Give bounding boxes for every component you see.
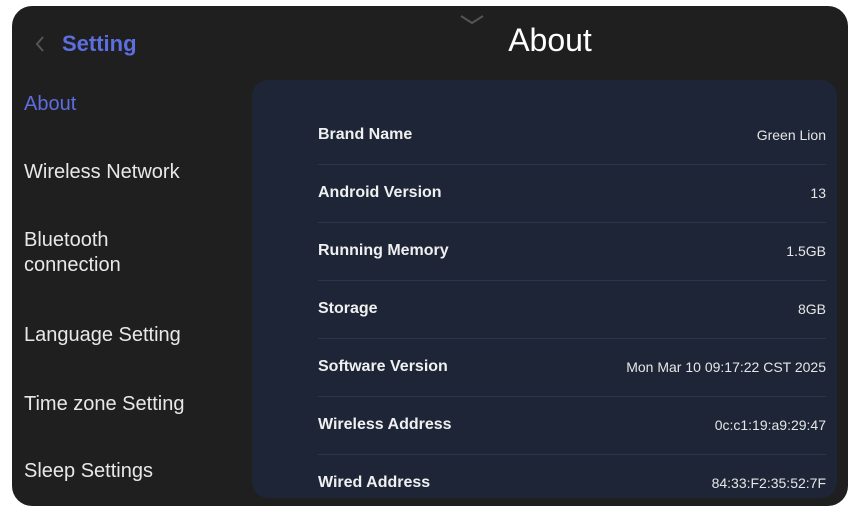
- sidebar-title: Setting: [62, 31, 137, 56]
- info-label: Wired Address: [318, 474, 431, 491]
- info-row-storage: Storage 8GB: [318, 280, 826, 339]
- chevron-left-icon[interactable]: [30, 34, 50, 54]
- info-row-android-version: Android Version 13: [318, 164, 826, 223]
- sidebar-item-about[interactable]: About: [24, 92, 76, 117]
- info-value: 13: [810, 185, 826, 201]
- sidebar-item-language-setting[interactable]: Language Setting: [24, 323, 181, 348]
- info-row-wired-address: Wired Address 84:33:F2:35:52:7F: [318, 454, 826, 498]
- sidebar-header: Setting: [30, 26, 137, 62]
- info-label: Software Version: [318, 358, 448, 375]
- info-value: 84:33:F2:35:52:7F: [711, 475, 826, 491]
- info-value: Green Lion: [756, 127, 826, 143]
- sidebar-item-sleep-settings[interactable]: Sleep Settings: [24, 459, 153, 484]
- sidebar-item-time-zone-setting[interactable]: Time zone Setting: [24, 392, 184, 417]
- sidebar-item-bluetooth-connection[interactable]: Bluetooth connection: [24, 228, 204, 278]
- info-value: 1.5GB: [786, 243, 826, 259]
- info-label: Android Version: [318, 184, 442, 201]
- info-value: 0c:c1:19:a9:29:47: [714, 417, 826, 433]
- info-label: Brand Name: [318, 126, 413, 143]
- sidebar: Setting About Wireless Network Bluetooth…: [12, 6, 252, 506]
- info-label: Wireless Address: [318, 416, 452, 433]
- info-row-brand-name: Brand Name Green Lion: [318, 106, 826, 165]
- page-title: About: [508, 22, 592, 58]
- info-row-wireless-address: Wireless Address 0c:c1:19:a9:29:47: [318, 396, 826, 455]
- info-label: Running Memory: [318, 242, 449, 259]
- about-info-panel: Brand Name Green Lion Android Version 13…: [252, 80, 837, 498]
- info-value: Mon Mar 10 09:17:22 CST 2025: [626, 359, 826, 375]
- info-row-software-version: Software Version Mon Mar 10 09:17:22 CST…: [318, 338, 826, 397]
- info-row-running-memory: Running Memory 1.5GB: [318, 222, 826, 281]
- sidebar-item-wireless-network[interactable]: Wireless Network: [24, 160, 180, 185]
- info-label: Storage: [318, 300, 378, 317]
- info-value: 8GB: [797, 301, 826, 317]
- settings-window: Setting About Wireless Network Bluetooth…: [12, 6, 848, 506]
